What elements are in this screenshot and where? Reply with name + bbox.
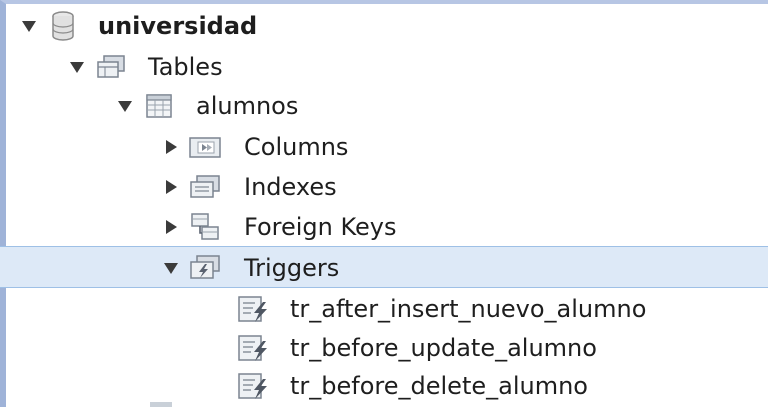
expand-arrow-icon[interactable] — [160, 176, 182, 198]
columns-label: Columns — [244, 133, 349, 161]
tree-node-tables[interactable]: Tables — [0, 47, 768, 87]
foreign-keys-label: Foreign Keys — [244, 213, 397, 241]
tables-label: Tables — [148, 53, 223, 81]
foreign-keys-folder-icon — [188, 212, 222, 242]
triggers-folder-icon — [188, 253, 222, 283]
database-label: universidad — [98, 12, 258, 40]
trigger-label: tr_before_update_alumno — [290, 334, 597, 362]
indexes-folder-icon — [188, 172, 222, 202]
expand-arrow-icon[interactable] — [160, 136, 182, 158]
tree-node-table-alumnos[interactable]: alumnos — [0, 86, 768, 126]
tables-folder-icon — [94, 52, 128, 82]
schema-tree: universidad Tables alumnos Columns Index… — [0, 0, 768, 407]
expand-arrow-icon[interactable] — [160, 216, 182, 238]
tree-node-trigger[interactable]: tr_before_update_alumno — [0, 328, 768, 368]
columns-folder-icon — [188, 132, 222, 162]
expand-arrow-icon[interactable] — [18, 15, 40, 37]
table-icon — [142, 91, 176, 121]
tree-node-trigger[interactable]: tr_after_insert_nuevo_alumno — [0, 289, 768, 329]
tree-node-database[interactable]: universidad — [0, 6, 768, 46]
tree-node-trigger[interactable]: tr_before_delete_alumno — [0, 366, 768, 406]
trigger-icon — [236, 371, 270, 401]
expand-arrow-icon[interactable] — [160, 257, 182, 279]
table-label: alumnos — [196, 92, 299, 120]
next-node-icon-partial — [150, 402, 172, 407]
expand-arrow-icon[interactable] — [66, 56, 88, 78]
tree-node-indexes[interactable]: Indexes — [0, 167, 768, 207]
trigger-label: tr_before_delete_alumno — [290, 372, 588, 400]
indexes-label: Indexes — [244, 173, 337, 201]
trigger-icon — [236, 294, 270, 324]
expand-arrow-icon[interactable] — [114, 95, 136, 117]
database-icon — [46, 11, 80, 41]
tree-node-foreign-keys[interactable]: Foreign Keys — [0, 207, 768, 247]
trigger-label: tr_after_insert_nuevo_alumno — [290, 295, 647, 323]
triggers-label: Triggers — [244, 254, 340, 282]
tree-node-columns[interactable]: Columns — [0, 127, 768, 167]
tree-node-triggers[interactable]: Triggers — [0, 246, 768, 288]
trigger-icon — [236, 333, 270, 363]
